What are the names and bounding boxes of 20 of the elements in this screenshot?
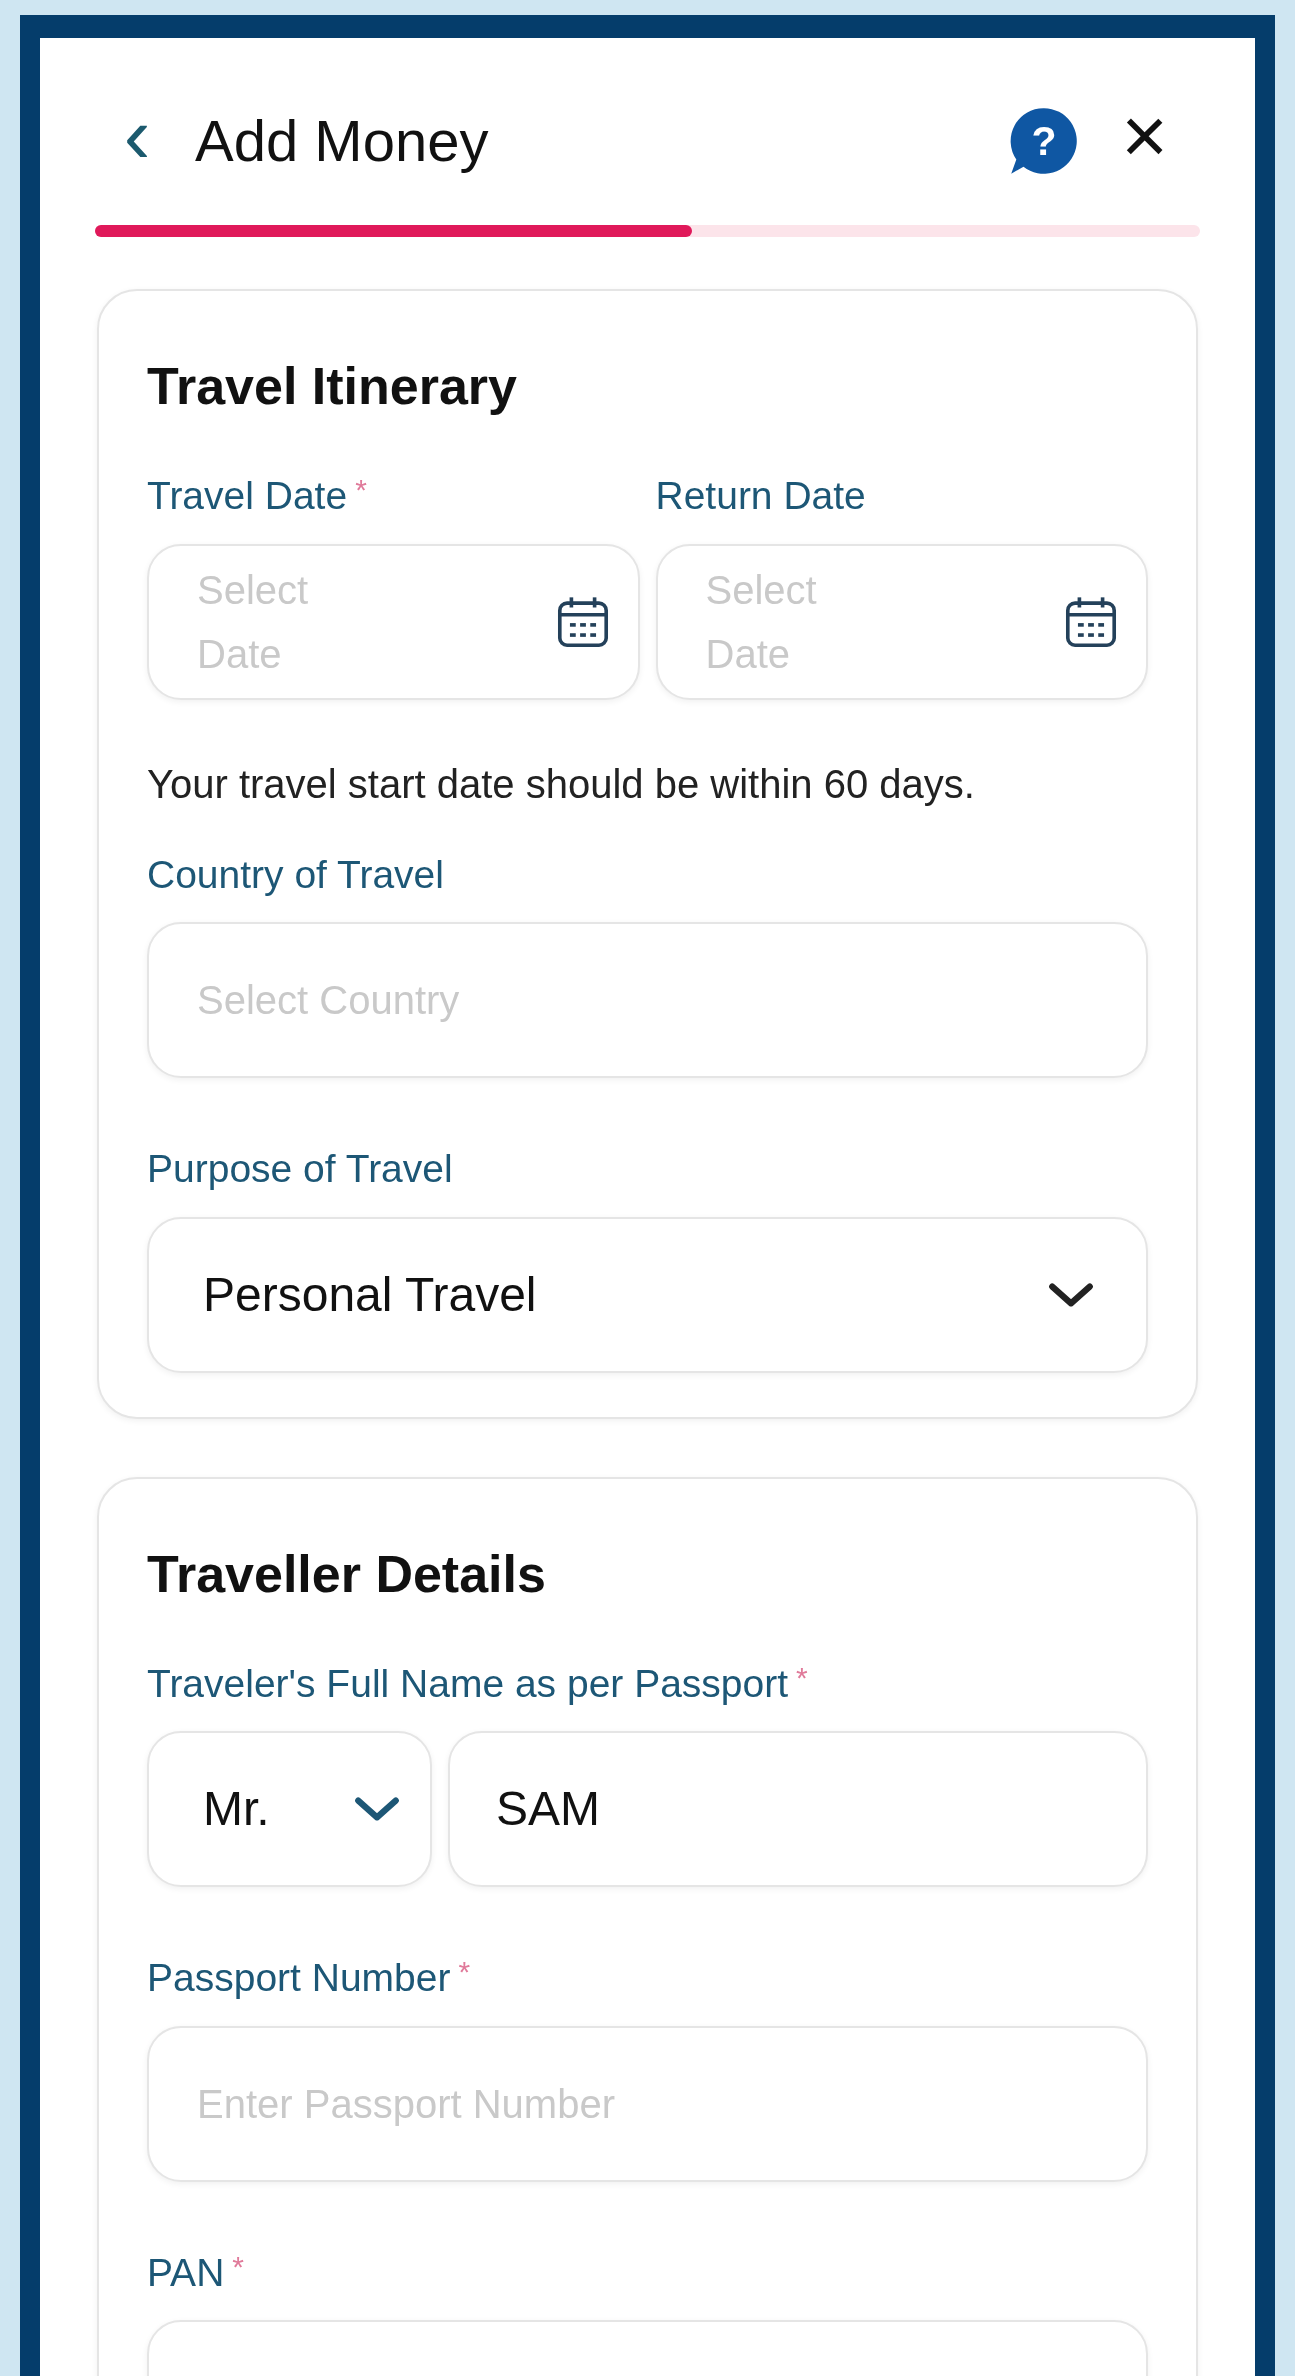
hint-text: Your travel start date should be within 60 days. — [147, 760, 976, 808]
section-title: Travel Itinerary — [147, 356, 518, 417]
required-mark: * — [458, 1954, 471, 1990]
page-title: Add Money — [195, 107, 489, 175]
field-label: Travel Date — [147, 473, 348, 519]
required-mark: * — [232, 2248, 244, 2285]
salutation-dropdown[interactable]: Mr. — [147, 1731, 432, 1887]
section-title: Traveller Details — [147, 1543, 547, 1605]
dropdown-field[interactable]: Personal Travel — [147, 1216, 1148, 1373]
field-label: Country of Travel — [147, 851, 444, 898]
field-label: PAN — [147, 2249, 225, 2296]
back-button[interactable]: ‹ — [97, 95, 177, 186]
field-label: Passport Number — [147, 1955, 451, 2001]
field-label: Traveler's Full Name as per Passport — [147, 1660, 789, 1707]
close-button[interactable]: × — [1121, 95, 1168, 186]
required-mark: * — [796, 1659, 808, 1696]
required-mark: * — [355, 472, 367, 508]
name-field[interactable]: SAM — [448, 1731, 1148, 1887]
field-label: Return Date — [655, 473, 866, 519]
field-label: Purpose of Travel — [147, 1146, 453, 1192]
